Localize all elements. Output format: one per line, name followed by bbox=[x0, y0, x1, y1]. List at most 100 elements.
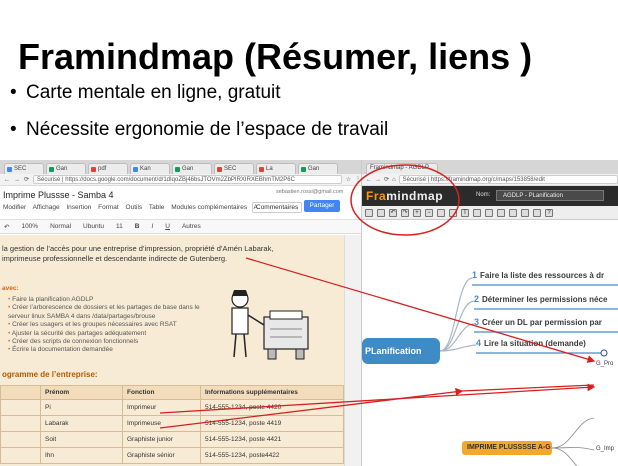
font-size-select[interactable]: 11 bbox=[116, 223, 123, 230]
printer-man-illustration bbox=[231, 290, 309, 360]
share-icon[interactable] bbox=[509, 208, 517, 217]
company-node[interactable]: IMPRIME PLUSSSSE A-G bbox=[462, 441, 552, 455]
topic-color-icon[interactable] bbox=[449, 208, 457, 217]
list-item: Créer l’arborescence de dossiers et les … bbox=[8, 304, 218, 321]
help-icon[interactable]: ? bbox=[545, 208, 553, 217]
table-cell: 514-555-1234, poste4422 bbox=[200, 447, 344, 464]
group-node[interactable]: G_Pro bbox=[596, 361, 613, 367]
home-icon[interactable]: ⌂ bbox=[392, 177, 396, 183]
table-cell: Pi bbox=[40, 399, 123, 416]
browser-tab[interactable]: La bbox=[256, 163, 296, 174]
bold-icon[interactable]: B bbox=[135, 223, 140, 230]
central-topic[interactable]: PLanification bbox=[362, 338, 440, 364]
menu-item[interactable]: Table bbox=[149, 204, 165, 211]
table-header-row: Prénom Fonction Informations supplémenta… bbox=[0, 385, 344, 400]
italic-icon[interactable]: I bbox=[151, 223, 153, 230]
delete-topic-icon[interactable]: − bbox=[425, 208, 433, 217]
comments-button[interactable]: Commentaires bbox=[252, 202, 303, 213]
org-heading: ogramme de l’entreprise: bbox=[2, 370, 98, 379]
table-row: Labarak Imprimeuse 514-555-1234, poste 4… bbox=[0, 415, 344, 432]
reload-icon[interactable]: ⟳ bbox=[384, 176, 389, 183]
note-icon[interactable] bbox=[485, 208, 493, 217]
map-name-field[interactable]: AGDLP - PLanification bbox=[496, 190, 604, 201]
topic-node[interactable]: 2 Déterminer les permissions néce bbox=[474, 294, 607, 304]
history-icon[interactable] bbox=[533, 208, 541, 217]
bullet-text: Nécessite ergonomie de l’espace de trava… bbox=[26, 119, 389, 140]
menu-dots-icon[interactable]: ⋮ bbox=[355, 176, 361, 183]
font-select[interactable]: Ubuntu bbox=[83, 223, 104, 230]
topic-node[interactable]: 4 Lire la situation (demande) bbox=[476, 338, 586, 348]
url-field[interactable]: Sécurisé | https://framindmap.org/c/maps… bbox=[398, 175, 618, 184]
share-button[interactable]: Partager bbox=[304, 200, 340, 212]
url-field[interactable]: Sécurisé | https://docs.google.com/docum… bbox=[33, 175, 342, 184]
topic-node[interactable]: 1 Faire la liste des ressources à dr bbox=[472, 270, 604, 280]
browser-tab[interactable]: SEC bbox=[4, 163, 44, 174]
browser-tab[interactable]: Gan bbox=[298, 163, 338, 174]
table-cell: Graphiste junior bbox=[122, 431, 201, 448]
page-icon bbox=[217, 166, 222, 172]
forward-icon[interactable]: → bbox=[375, 177, 381, 183]
undo-icon[interactable]: ↶ bbox=[389, 208, 397, 217]
intro-paragraph: la gestion de l’accès pour une entrepris… bbox=[2, 244, 274, 263]
menu-item[interactable]: Format bbox=[98, 204, 119, 211]
group-node[interactable]: G_Imp bbox=[596, 446, 614, 452]
sheets-icon bbox=[175, 166, 180, 172]
mindmap-toolbar: ↶ ↷ + − T ? bbox=[362, 206, 618, 220]
zoom-select[interactable]: 100% bbox=[21, 223, 38, 230]
list-item: Faire la planification AGDLP bbox=[8, 296, 218, 304]
table-row: Soit Graphiste junior 514-555-1234, post… bbox=[0, 431, 344, 448]
browser-tab[interactable]: Gan bbox=[46, 163, 86, 174]
browser-tab[interactable]: SEC bbox=[214, 163, 254, 174]
google-docs-screenshot: SEC Gan pdf Kan Gan SEC La Gan ← → ⟳ Séc… bbox=[0, 160, 362, 466]
add-topic-icon[interactable]: + bbox=[413, 208, 421, 217]
topic-shape-icon[interactable] bbox=[437, 208, 445, 217]
browser-tab[interactable]: pdf bbox=[88, 163, 128, 174]
image-icon[interactable] bbox=[497, 208, 505, 217]
docs-menubar: Modifier Affichage Insertion Format Outi… bbox=[3, 204, 263, 211]
bullet-dot: • bbox=[10, 119, 17, 140]
docs-icon bbox=[7, 166, 12, 172]
redo-icon[interactable]: ↷ bbox=[401, 208, 409, 217]
column-header: Prénom bbox=[40, 385, 123, 400]
reload-icon[interactable]: ⟳ bbox=[24, 176, 29, 183]
link-icon[interactable] bbox=[473, 208, 481, 217]
browser-tab[interactable]: Framindmap - AGDLP bbox=[366, 163, 438, 174]
font-icon[interactable]: T bbox=[461, 208, 469, 217]
menu-item[interactable]: Modules complémentaires bbox=[171, 204, 247, 211]
style-select[interactable]: Normal bbox=[50, 223, 71, 230]
mindmap-canvas[interactable]: PLanification 1 Faire la liste des ressou… bbox=[362, 220, 618, 466]
bullet-1: • Carte mentale en ligne, gratuit bbox=[10, 82, 281, 104]
bullet-dot: • bbox=[10, 82, 17, 103]
avec-label: avec: bbox=[2, 285, 19, 292]
document-title[interactable]: Imprime Plussse - Samba 4 bbox=[3, 190, 114, 200]
address-bar: ← → ⟳ ⌂ Sécurisé | https://framindmap.or… bbox=[362, 174, 618, 186]
print-icon[interactable] bbox=[377, 208, 385, 217]
undo-icon[interactable]: ↶ bbox=[4, 223, 9, 231]
menu-item[interactable]: Modifier bbox=[3, 204, 26, 211]
more-select[interactable]: Autres bbox=[182, 223, 201, 230]
topic-node[interactable]: 3 Créer un DL par permission par bbox=[474, 317, 602, 327]
forward-icon[interactable]: → bbox=[14, 177, 20, 183]
star-icon[interactable]: ☆ bbox=[346, 176, 351, 183]
table-cell: 514-555-1234, poste 4420 bbox=[200, 399, 344, 416]
back-icon[interactable]: ← bbox=[4, 177, 10, 183]
table-cell: Imprimeur bbox=[122, 399, 201, 416]
bullet-text: Carte mentale en ligne, gratuit bbox=[26, 82, 281, 103]
menu-item[interactable]: Insertion bbox=[66, 204, 91, 211]
menu-item[interactable]: Outils bbox=[126, 204, 143, 211]
column-header: Fonction bbox=[122, 385, 201, 400]
browser-tab[interactable]: Gan bbox=[172, 163, 212, 174]
menu-item[interactable]: Affichage bbox=[33, 204, 60, 211]
export-icon[interactable] bbox=[521, 208, 529, 217]
document-body: la gestion de l’accès pour une entrepris… bbox=[0, 235, 344, 466]
underline-icon[interactable]: U bbox=[165, 223, 170, 230]
list-item: Écrire la documentation demandée bbox=[8, 346, 218, 354]
task-list: Faire la planification AGDLP Créer l’arb… bbox=[8, 296, 218, 355]
save-icon[interactable] bbox=[365, 208, 373, 217]
table-cell: 514-555-1234, poste 4421 bbox=[200, 431, 344, 448]
table-cell bbox=[0, 399, 41, 416]
browser-tab[interactable]: Kan bbox=[130, 163, 170, 174]
docs-scrollbar[interactable] bbox=[344, 235, 361, 466]
back-icon[interactable]: ← bbox=[366, 177, 372, 183]
table-row: Ihn Graphiste sénior 514-555-1234, poste… bbox=[0, 447, 344, 464]
